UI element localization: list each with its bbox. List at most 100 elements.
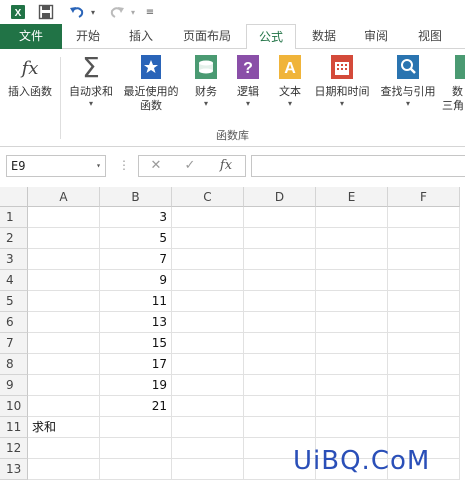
- column-header-a[interactable]: A: [28, 187, 100, 207]
- cell-b2[interactable]: 5: [100, 228, 172, 249]
- formula-bar-resize-handle[interactable]: ⋮: [118, 158, 130, 172]
- cell-e11[interactable]: [316, 417, 388, 438]
- excel-logo-icon[interactable]: X: [8, 2, 28, 22]
- cell-f8[interactable]: [388, 354, 460, 375]
- cell-c12[interactable]: [172, 438, 244, 459]
- cell-e6[interactable]: [316, 312, 388, 333]
- cell-d6[interactable]: [244, 312, 316, 333]
- enter-icon[interactable]: ✓: [175, 156, 205, 176]
- cell-c7[interactable]: [172, 333, 244, 354]
- cell-b4[interactable]: 9: [100, 270, 172, 291]
- cell-b7[interactable]: 15: [100, 333, 172, 354]
- cell-c9[interactable]: [172, 375, 244, 396]
- cell-b5[interactable]: 11: [100, 291, 172, 312]
- row-header[interactable]: 4: [0, 270, 28, 291]
- tab-page-layout[interactable]: 页面布局: [168, 24, 246, 49]
- cell-a8[interactable]: [28, 354, 100, 375]
- row-header[interactable]: 9: [0, 375, 28, 396]
- text-button[interactable]: A 文本 ▾: [270, 53, 310, 109]
- cell-a12[interactable]: [28, 438, 100, 459]
- customize-toolbar-icon[interactable]: ≡: [144, 2, 156, 22]
- cell-f10[interactable]: [388, 396, 460, 417]
- redo-icon[interactable]: [106, 2, 128, 22]
- cell-b1[interactable]: 3: [100, 207, 172, 228]
- insert-function-button[interactable]: fx 插入函数: [4, 53, 56, 99]
- math-trig-button[interactable]: 数 三角: [442, 53, 465, 113]
- cell-f4[interactable]: [388, 270, 460, 291]
- lookup-reference-button[interactable]: 查找与引用 ▾: [376, 53, 440, 109]
- cell-b13[interactable]: [100, 459, 172, 480]
- cell-e10[interactable]: [316, 396, 388, 417]
- cell-a4[interactable]: [28, 270, 100, 291]
- cell-c2[interactable]: [172, 228, 244, 249]
- row-header[interactable]: 7: [0, 333, 28, 354]
- cell-d4[interactable]: [244, 270, 316, 291]
- save-icon[interactable]: [36, 2, 56, 22]
- row-header[interactable]: 6: [0, 312, 28, 333]
- autosum-button[interactable]: Σ 自动求和 ▾: [64, 51, 118, 109]
- name-box[interactable]: E9 ▾: [6, 155, 106, 177]
- row-header[interactable]: 11: [0, 417, 28, 438]
- cell-a11[interactable]: 求和: [28, 417, 100, 438]
- cell-d8[interactable]: [244, 354, 316, 375]
- cell-b11[interactable]: [100, 417, 172, 438]
- chevron-down-icon[interactable]: ▾: [96, 156, 101, 176]
- tab-file[interactable]: 文件: [0, 24, 62, 49]
- cell-e3[interactable]: [316, 249, 388, 270]
- row-header[interactable]: 1: [0, 207, 28, 228]
- row-header[interactable]: 13: [0, 459, 28, 480]
- cell-e1[interactable]: [316, 207, 388, 228]
- row-header[interactable]: 3: [0, 249, 28, 270]
- row-header[interactable]: 2: [0, 228, 28, 249]
- cell-a2[interactable]: [28, 228, 100, 249]
- cell-c5[interactable]: [172, 291, 244, 312]
- date-time-button[interactable]: 日期和时间 ▾: [310, 53, 374, 109]
- cell-d1[interactable]: [244, 207, 316, 228]
- cell-f3[interactable]: [388, 249, 460, 270]
- cell-a13[interactable]: [28, 459, 100, 480]
- cell-a7[interactable]: [28, 333, 100, 354]
- cell-c13[interactable]: [172, 459, 244, 480]
- cell-b10[interactable]: 21: [100, 396, 172, 417]
- cell-a10[interactable]: [28, 396, 100, 417]
- cell-d9[interactable]: [244, 375, 316, 396]
- cell-c6[interactable]: [172, 312, 244, 333]
- finance-button[interactable]: 财务 ▾: [186, 53, 226, 109]
- cell-f6[interactable]: [388, 312, 460, 333]
- cell-d10[interactable]: [244, 396, 316, 417]
- cell-f2[interactable]: [388, 228, 460, 249]
- undo-icon[interactable]: [66, 2, 88, 22]
- cell-f7[interactable]: [388, 333, 460, 354]
- column-header-f[interactable]: F: [388, 187, 460, 207]
- logic-button[interactable]: ? 逻辑 ▾: [228, 53, 268, 109]
- recently-used-button[interactable]: 最近使用的 函数: [118, 53, 184, 113]
- cell-d7[interactable]: [244, 333, 316, 354]
- tab-view[interactable]: 视图: [404, 24, 456, 49]
- tab-home[interactable]: 开始: [62, 24, 114, 49]
- cell-f5[interactable]: [388, 291, 460, 312]
- cell-d3[interactable]: [244, 249, 316, 270]
- cell-d5[interactable]: [244, 291, 316, 312]
- cell-b8[interactable]: 17: [100, 354, 172, 375]
- cell-b3[interactable]: 7: [100, 249, 172, 270]
- select-all-corner[interactable]: [0, 187, 28, 207]
- cell-f1[interactable]: [388, 207, 460, 228]
- tab-insert[interactable]: 插入: [114, 24, 168, 49]
- row-header[interactable]: 8: [0, 354, 28, 375]
- cell-c11[interactable]: [172, 417, 244, 438]
- cell-e7[interactable]: [316, 333, 388, 354]
- column-header-c[interactable]: C: [172, 187, 244, 207]
- column-header-d[interactable]: D: [244, 187, 316, 207]
- cell-b9[interactable]: 19: [100, 375, 172, 396]
- cell-e4[interactable]: [316, 270, 388, 291]
- cell-e8[interactable]: [316, 354, 388, 375]
- cell-d11[interactable]: [244, 417, 316, 438]
- cell-b12[interactable]: [100, 438, 172, 459]
- tab-data[interactable]: 数据: [298, 24, 350, 49]
- cell-c4[interactable]: [172, 270, 244, 291]
- cell-f9[interactable]: [388, 375, 460, 396]
- undo-dropdown-icon[interactable]: ▾: [88, 2, 98, 22]
- insert-function-icon[interactable]: fx: [211, 156, 241, 176]
- redo-dropdown-icon[interactable]: ▾: [128, 2, 138, 22]
- cell-c8[interactable]: [172, 354, 244, 375]
